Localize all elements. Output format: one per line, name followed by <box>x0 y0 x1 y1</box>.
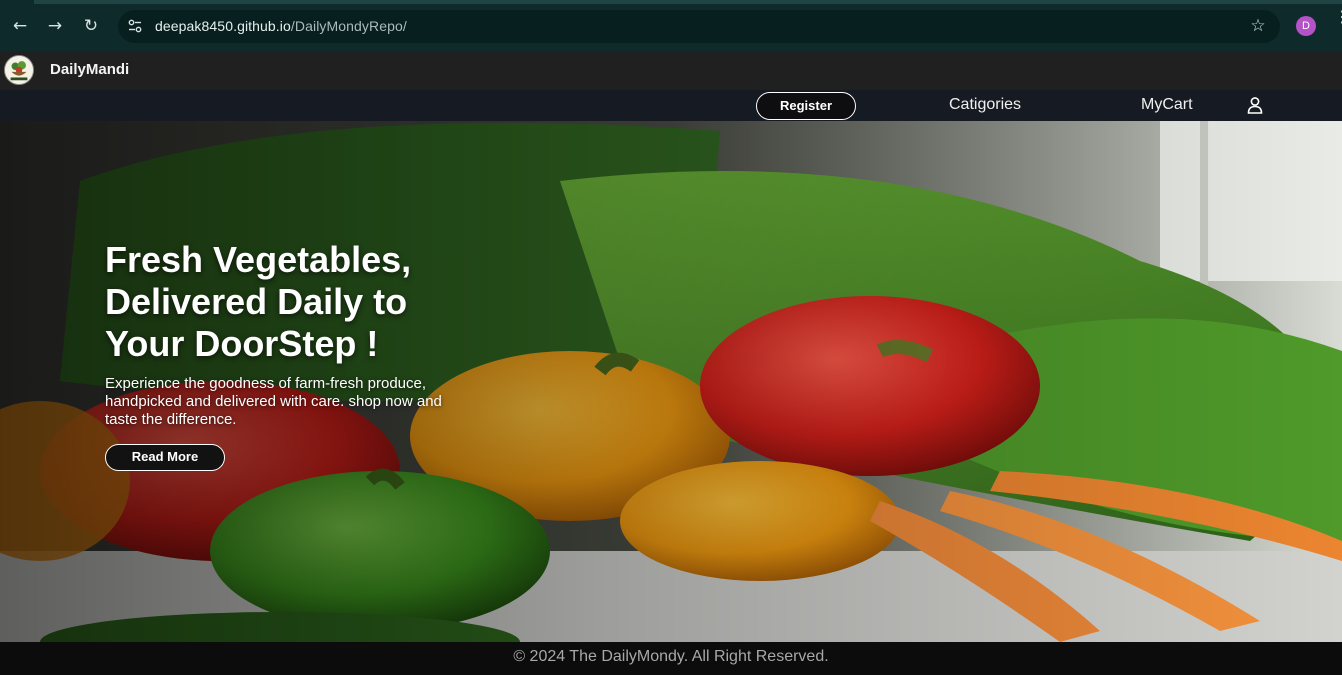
site-footer: © 2024 The DailyMondy. All Right Reserve… <box>0 642 1342 675</box>
forward-arrow-icon[interactable]: → <box>44 15 66 37</box>
site-settings-icon[interactable] <box>127 18 143 34</box>
back-arrow-icon[interactable]: ← <box>9 15 31 37</box>
url-host: deepak8450.github.io <box>155 18 291 34</box>
hero-description: Experience the goodness of farm-fresh pr… <box>105 375 442 428</box>
brand-name[interactable]: DailyMandi <box>50 61 129 78</box>
vegetable-basket-logo[interactable] <box>4 55 34 85</box>
nav-link-cart[interactable]: MyCart <box>1141 96 1193 114</box>
url-text[interactable]: deepak8450.github.io/DailyMondyRepo/ <box>155 18 407 34</box>
hero-title: Fresh Vegetables, Delivered Daily to You… <box>105 239 525 365</box>
nav-link-categories[interactable]: Catigories <box>949 96 1021 114</box>
profile-avatar[interactable]: D <box>1296 16 1316 36</box>
read-more-button[interactable]: Read More <box>105 444 225 471</box>
url-path: /DailyMondyRepo/ <box>290 18 407 34</box>
hero-title-line: Fresh Vegetables, <box>105 239 412 280</box>
address-bar[interactable]: deepak8450.github.io/DailyMondyRepo/ ☆ <box>118 10 1280 43</box>
hero-title-line: Your DoorStep ! <box>105 323 379 364</box>
active-tab-edge[interactable] <box>0 0 34 4</box>
star-icon[interactable]: ☆ <box>1247 15 1269 37</box>
hero-banner: Fresh Vegetables, Delivered Daily to You… <box>0 121 1342 642</box>
kebab-menu-icon[interactable]: ⋮ <box>1334 10 1342 38</box>
reload-icon[interactable]: ↻ <box>80 15 102 37</box>
user-icon[interactable] <box>1246 96 1264 114</box>
tab-strip <box>0 0 1342 4</box>
site-header: DailyMandi <box>0 51 1342 90</box>
copyright-text: © 2024 The DailyMondy. All Right Reserve… <box>513 648 829 665</box>
hero-title-line: Delivered Daily to <box>105 281 408 322</box>
register-button[interactable]: Register <box>756 92 856 120</box>
main-navigation: Register Catigories MyCart <box>0 90 1342 121</box>
browser-toolbar: ← → ↻ deepak8450.github.io/DailyMondyRep… <box>0 0 1342 51</box>
